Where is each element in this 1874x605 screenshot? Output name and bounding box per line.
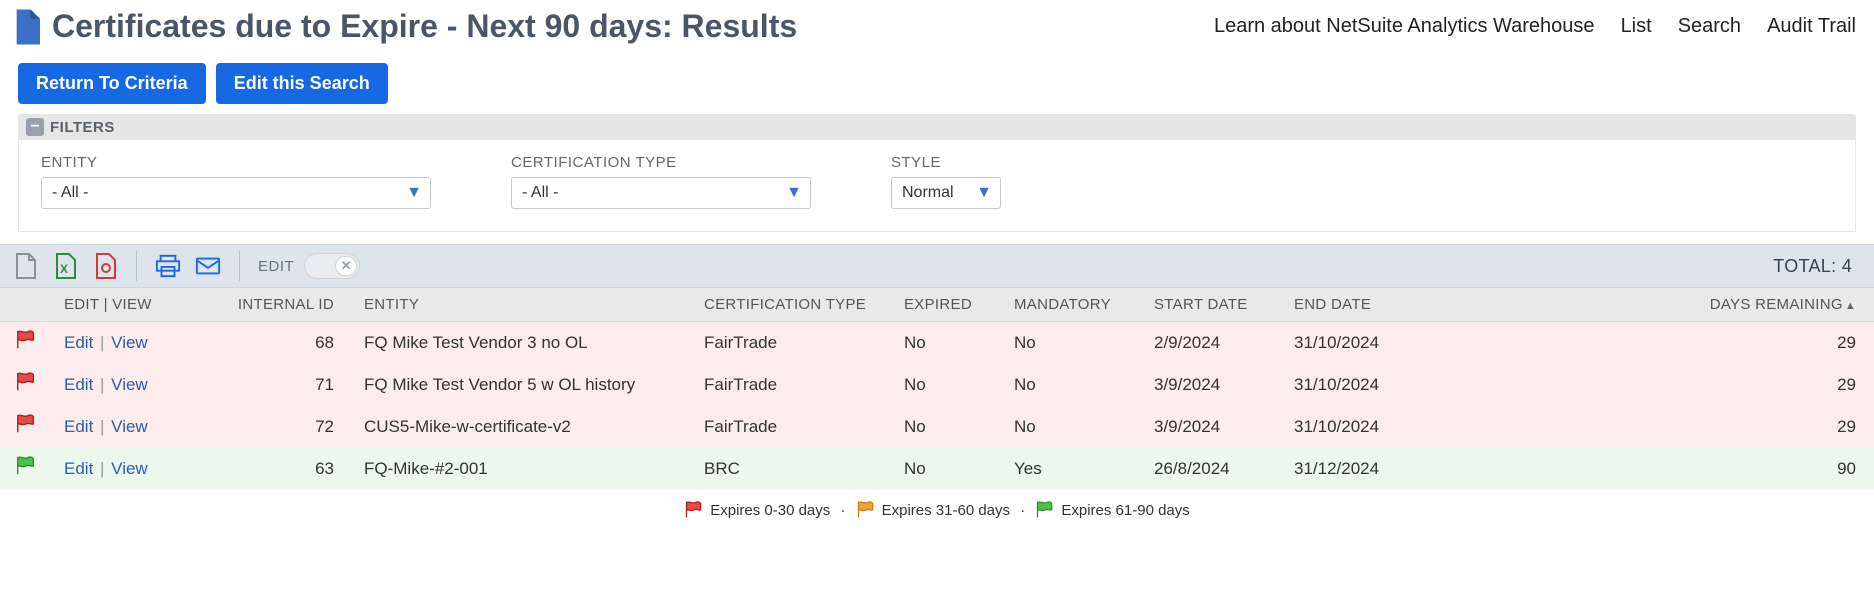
chevron-down-icon: ▼ <box>786 184 802 202</box>
legend: Expires 0-30 days · Expires 31-60 days ·… <box>0 490 1874 534</box>
cell-entity: FQ-Mike-#2-001 <box>352 448 692 490</box>
sort-asc-icon: ▲ <box>1843 300 1856 312</box>
view-link[interactable]: View <box>111 333 148 352</box>
cell-internal-id: 72 <box>222 406 352 448</box>
chevron-down-icon: ▼ <box>406 184 422 202</box>
chevron-down-icon: ▼ <box>976 184 992 202</box>
col-end-date[interactable]: END DATE <box>1282 288 1442 322</box>
cell-days-remaining: 29 <box>1442 322 1874 364</box>
inline-edit-label: EDIT <box>258 258 294 275</box>
edit-this-search-button[interactable]: Edit this Search <box>216 63 388 104</box>
cell-expired: No <box>892 364 1002 406</box>
cell-days-remaining: 29 <box>1442 406 1874 448</box>
flag-icon <box>15 371 37 393</box>
col-edit-view[interactable]: EDIT | VIEW <box>52 288 222 322</box>
cert-type-filter-select[interactable]: - All - ▼ <box>511 177 811 209</box>
table-row: Edit | View71FQ Mike Test Vendor 5 w OL … <box>0 364 1874 406</box>
print-icon[interactable] <box>155 251 181 281</box>
return-to-criteria-button[interactable]: Return To Criteria <box>18 63 206 104</box>
cell-entity: FQ Mike Test Vendor 3 no OL <box>352 322 692 364</box>
filters-label: FILTERS <box>50 119 115 136</box>
cell-expired: No <box>892 448 1002 490</box>
page-title: Certificates due to Expire - Next 90 day… <box>52 8 797 45</box>
cell-entity: CUS5-Mike-w-certificate-v2 <box>352 406 692 448</box>
close-icon: ✕ <box>335 256 357 276</box>
cell-mandatory: No <box>1002 322 1142 364</box>
cert-type-filter-label: CERTIFICATION TYPE <box>511 154 811 171</box>
document-icon <box>12 9 40 45</box>
filters-header[interactable]: − FILTERS <box>18 114 1856 140</box>
cell-internal-id: 68 <box>222 322 352 364</box>
cell-end-date: 31/10/2024 <box>1282 406 1442 448</box>
view-link[interactable]: View <box>111 375 148 394</box>
collapse-icon[interactable]: − <box>26 118 44 136</box>
entity-filter-label: ENTITY <box>41 154 431 171</box>
cell-start-date: 3/9/2024 <box>1142 364 1282 406</box>
cell-internal-id: 63 <box>222 448 352 490</box>
flag-icon <box>15 455 37 477</box>
col-start-date[interactable]: START DATE <box>1142 288 1282 322</box>
cell-cert-type: FairTrade <box>692 406 892 448</box>
cell-mandatory: No <box>1002 406 1142 448</box>
cell-cert-type: BRC <box>692 448 892 490</box>
col-cert-type[interactable]: CERTIFICATION TYPE <box>692 288 892 322</box>
email-icon[interactable] <box>195 251 221 281</box>
flag-icon <box>15 413 37 435</box>
edit-link[interactable]: Edit <box>64 375 93 394</box>
cell-start-date: 3/9/2024 <box>1142 406 1282 448</box>
view-link[interactable]: View <box>111 459 148 478</box>
col-mandatory[interactable]: MANDATORY <box>1002 288 1142 322</box>
top-links: Learn about NetSuite Analytics Warehouse… <box>1214 15 1856 38</box>
cell-mandatory: No <box>1002 364 1142 406</box>
cell-end-date: 31/12/2024 <box>1282 448 1442 490</box>
total-count: TOTAL: 4 <box>1773 256 1852 277</box>
link-audit-trail[interactable]: Audit Trail <box>1767 15 1856 38</box>
export-csv-icon[interactable] <box>12 251 38 281</box>
svg-text:X: X <box>60 262 68 276</box>
edit-link[interactable]: Edit <box>64 417 93 436</box>
cell-entity: FQ Mike Test Vendor 5 w OL history <box>352 364 692 406</box>
table-row: Edit | View72CUS5-Mike-w-certificate-v2F… <box>0 406 1874 448</box>
results-table: EDIT | VIEW INTERNAL ID ENTITY CERTIFICA… <box>0 288 1874 490</box>
table-row: Edit | View63FQ-Mike-#2-001BRCNoYes26/8/… <box>0 448 1874 490</box>
cell-end-date: 31/10/2024 <box>1282 322 1442 364</box>
col-expired[interactable]: EXPIRED <box>892 288 1002 322</box>
cell-end-date: 31/10/2024 <box>1282 364 1442 406</box>
cell-start-date: 2/9/2024 <box>1142 322 1282 364</box>
edit-link[interactable]: Edit <box>64 333 93 352</box>
link-list[interactable]: List <box>1621 15 1652 38</box>
cell-internal-id: 71 <box>222 364 352 406</box>
style-filter-select[interactable]: Normal ▼ <box>891 177 1001 209</box>
col-internal-id[interactable]: INTERNAL ID <box>222 288 352 322</box>
col-days-remaining[interactable]: DAYS REMAINING▲ <box>1442 288 1874 322</box>
cell-days-remaining: 29 <box>1442 364 1874 406</box>
edit-link[interactable]: Edit <box>64 459 93 478</box>
cell-start-date: 26/8/2024 <box>1142 448 1282 490</box>
inline-edit-toggle[interactable]: ✕ <box>304 253 360 279</box>
export-pdf-icon[interactable] <box>92 251 118 281</box>
link-analytics-warehouse[interactable]: Learn about NetSuite Analytics Warehouse <box>1214 15 1595 38</box>
cell-days-remaining: 90 <box>1442 448 1874 490</box>
view-link[interactable]: View <box>111 417 148 436</box>
col-entity[interactable]: ENTITY <box>352 288 692 322</box>
style-filter-label: STYLE <box>891 154 1001 171</box>
cell-cert-type: FairTrade <box>692 364 892 406</box>
table-row: Edit | View68FQ Mike Test Vendor 3 no OL… <box>0 322 1874 364</box>
entity-filter-select[interactable]: - All - ▼ <box>41 177 431 209</box>
link-search[interactable]: Search <box>1678 15 1741 38</box>
cell-expired: No <box>892 322 1002 364</box>
flag-icon <box>15 329 37 351</box>
cell-mandatory: Yes <box>1002 448 1142 490</box>
cell-cert-type: FairTrade <box>692 322 892 364</box>
export-excel-icon[interactable]: X <box>52 251 78 281</box>
cell-expired: No <box>892 406 1002 448</box>
